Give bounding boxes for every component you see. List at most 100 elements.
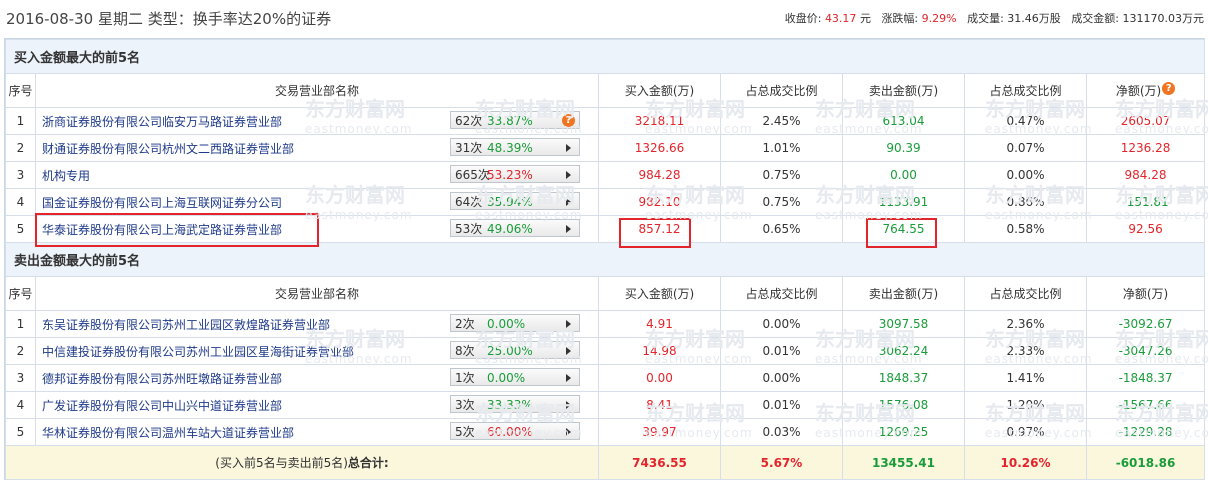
rank-cell: 3 bbox=[5, 161, 36, 189]
buy-ratio-cell: 0.01% bbox=[720, 337, 843, 365]
broker-stats-button[interactable]: 8次 25.00% bbox=[450, 341, 580, 359]
buy-amount-cell: 14.98 bbox=[598, 337, 721, 365]
rank-cell: 5 bbox=[5, 418, 36, 446]
highlight-box-sell bbox=[866, 218, 937, 248]
column-header: 净额(万) bbox=[1085, 276, 1206, 311]
broker-stats-button[interactable]: 5次 60.00% bbox=[450, 422, 580, 440]
column-header: 占总成交比例 bbox=[964, 73, 1087, 108]
net-amount-cell: -1229.28 bbox=[1085, 418, 1206, 446]
column-header-label: 交易营业部名称 bbox=[274, 287, 359, 301]
expand-arrow-icon[interactable] bbox=[566, 347, 571, 355]
buy-amount-cell: 3218.11 bbox=[598, 107, 721, 135]
date-text: 2016-08-30 bbox=[6, 10, 94, 28]
broker-stats-button[interactable]: 3次 33.33% bbox=[450, 395, 580, 413]
buy-ratio-cell: 1.01% bbox=[720, 134, 843, 162]
broker-name-link[interactable]: 浙商证券股份有限公司临安万马路证券营业部 bbox=[42, 115, 282, 129]
broker-success-rate: 0.00% bbox=[487, 371, 526, 385]
column-header: 序号 bbox=[5, 73, 36, 108]
broker-cell: 财通证券股份有限公司杭州文二西路证券营业部 31次 48.39% bbox=[35, 134, 599, 162]
column-header-row: 序号 交易营业部名称 买入金额(万) 占总成交比例 卖出金额(万) 占总成交比例 净额(万)… bbox=[5, 73, 1206, 108]
expand-arrow-icon[interactable] bbox=[566, 401, 571, 409]
table-row: 1 东吴证券股份有限公司苏州工业园区敦煌路证券营业部 2次 0.00% 4.91 0.00… bbox=[5, 310, 1206, 338]
sell-ratio-cell: 0.58% bbox=[964, 215, 1087, 243]
table-row: 2 财通证券股份有限公司杭州文二西路证券营业部 31次 48.39% 1326.66 1.… bbox=[5, 134, 1206, 162]
expand-arrow-icon[interactable] bbox=[566, 171, 571, 179]
column-header-label: 卖出金额(万) bbox=[868, 287, 939, 301]
table-row: 4 国金证券股份有限公司上海互联网证券分公司 64次 35.94% 982.10 0.75… bbox=[5, 188, 1206, 216]
broker-times: 53次 bbox=[455, 222, 483, 236]
column-header: 占总成交比例 bbox=[964, 276, 1087, 311]
total-buy: 7436.55 bbox=[598, 445, 721, 480]
highlight-box-name bbox=[35, 213, 319, 247]
total-label-bold: 总合计: bbox=[347, 456, 389, 470]
column-header: 占总成交比例 bbox=[720, 276, 843, 311]
broker-stats-button[interactable]: 62次 33.87%? bbox=[450, 111, 580, 129]
broker-success-rate: 0.00% bbox=[487, 317, 526, 331]
broker-name-link[interactable]: 德邦证券股份有限公司苏州旺墩路证券营业部 bbox=[42, 372, 282, 386]
net-amount-cell: -3047.26 bbox=[1085, 337, 1206, 365]
broker-stats-button[interactable]: 2次 0.00% bbox=[450, 314, 580, 332]
column-header: 序号 bbox=[5, 276, 36, 311]
broker-cell: 广发证券股份有限公司中山兴中道证券营业部 3次 33.33% bbox=[35, 391, 599, 419]
broker-name-link[interactable]: 财通证券股份有限公司杭州文二西路证券营业部 bbox=[42, 142, 294, 156]
broker-success-rate: 48.39% bbox=[487, 141, 533, 155]
broker-stats-button[interactable]: 665次 53.23% bbox=[450, 165, 580, 183]
sell-amount-cell: 3062.24 bbox=[842, 337, 965, 365]
close-label: 收盘价: bbox=[784, 12, 822, 25]
column-header-label: 买入金额(万) bbox=[624, 287, 695, 301]
sell-ratio-cell: 1.20% bbox=[964, 391, 1087, 419]
sell-ratio-cell: 1.41% bbox=[964, 364, 1087, 392]
broker-times: 1次 bbox=[455, 371, 475, 385]
broker-name-link[interactable]: 华林证券股份有限公司温州车站大道证券营业部 bbox=[42, 426, 294, 440]
column-header-label: 净额(万) bbox=[1122, 287, 1169, 301]
column-header: 买入金额(万) bbox=[598, 73, 721, 108]
broker-name-link[interactable]: 中信建投证券股份有限公司苏州工业园区星海街证券营业部 bbox=[42, 345, 354, 359]
broker-stats-button[interactable]: 31次 48.39% bbox=[450, 138, 580, 156]
change-label: 涨跌幅: bbox=[881, 12, 919, 25]
broker-stats-button[interactable]: 53次 49.06% bbox=[450, 219, 580, 237]
sell-amount-cell: 613.04 bbox=[842, 107, 965, 135]
buy-ratio-cell: 0.00% bbox=[720, 364, 843, 392]
rank-cell: 4 bbox=[5, 188, 36, 216]
expand-arrow-icon[interactable] bbox=[566, 428, 571, 436]
question-icon[interactable]: ? bbox=[562, 114, 575, 127]
broker-cell: 浙商证券股份有限公司临安万马路证券营业部 62次 33.87%? bbox=[35, 107, 599, 135]
column-header-label: 交易营业部名称 bbox=[274, 84, 359, 98]
expand-arrow-icon[interactable] bbox=[566, 320, 571, 328]
broker-times: 3次 bbox=[455, 398, 475, 412]
sell-ratio-cell: 2.36% bbox=[964, 310, 1087, 338]
expand-arrow-icon[interactable] bbox=[566, 225, 571, 233]
sell-ratio-cell: 0.47% bbox=[964, 107, 1087, 135]
expand-arrow-icon[interactable] bbox=[566, 144, 571, 152]
column-header-label: 买入金额(万) bbox=[624, 84, 695, 98]
sell-amount-cell: 1133.91 bbox=[842, 188, 965, 216]
broker-cell: 德邦证券股份有限公司苏州旺墩路证券营业部 1次 0.00% bbox=[35, 364, 599, 392]
sell-amount-cell: 3097.58 bbox=[842, 310, 965, 338]
type-label: 类型：换手率达20%的证券 bbox=[147, 10, 332, 28]
expand-arrow-icon[interactable] bbox=[566, 374, 571, 382]
buy-amount-cell: 0.00 bbox=[598, 364, 721, 392]
buy-amount-cell: 4.91 bbox=[598, 310, 721, 338]
broker-stats-button[interactable]: 64次 35.94% bbox=[450, 192, 580, 210]
broker-stats-button[interactable]: 1次 0.00% bbox=[450, 368, 580, 386]
broker-name-link[interactable]: 国金证券股份有限公司上海互联网证券分公司 bbox=[42, 196, 282, 210]
expand-arrow-icon[interactable] bbox=[566, 198, 571, 206]
broker-name-link[interactable]: 广发证券股份有限公司中山兴中道证券营业部 bbox=[42, 399, 282, 413]
broker-name-link[interactable]: 机构专用 bbox=[42, 169, 90, 183]
dragon-tiger-table-container: 买入金额最大的前5名 序号 交易营业部名称 买入金额(万) 占总成交比例 卖出金额(万) 占… bbox=[4, 38, 1208, 480]
sell-ratio-cell: 0.00% bbox=[964, 161, 1087, 189]
section-header: 买入金额最大的前5名 bbox=[4, 39, 1206, 74]
sell-ratio-cell: 0.07% bbox=[964, 134, 1087, 162]
buy-ratio-cell: 0.01% bbox=[720, 391, 843, 419]
broker-times: 5次 bbox=[455, 425, 475, 439]
buy-ratio-cell: 0.75% bbox=[720, 161, 843, 189]
column-header-label: 占总成交比例 bbox=[989, 287, 1062, 301]
total-sell-ratio: 10.26% bbox=[964, 445, 1087, 480]
broker-times: 64次 bbox=[455, 195, 483, 209]
amount-text: 成交金额: 131170.03万元 bbox=[1071, 12, 1204, 25]
question-icon[interactable]: ? bbox=[1162, 82, 1176, 95]
total-label: (买入前5名与卖出前5名)总合计: bbox=[5, 445, 599, 480]
broker-success-rate: 25.00% bbox=[487, 344, 533, 358]
rank-cell: 4 bbox=[5, 391, 36, 419]
broker-name-link[interactable]: 东吴证券股份有限公司苏州工业园区敦煌路证券营业部 bbox=[42, 318, 330, 332]
